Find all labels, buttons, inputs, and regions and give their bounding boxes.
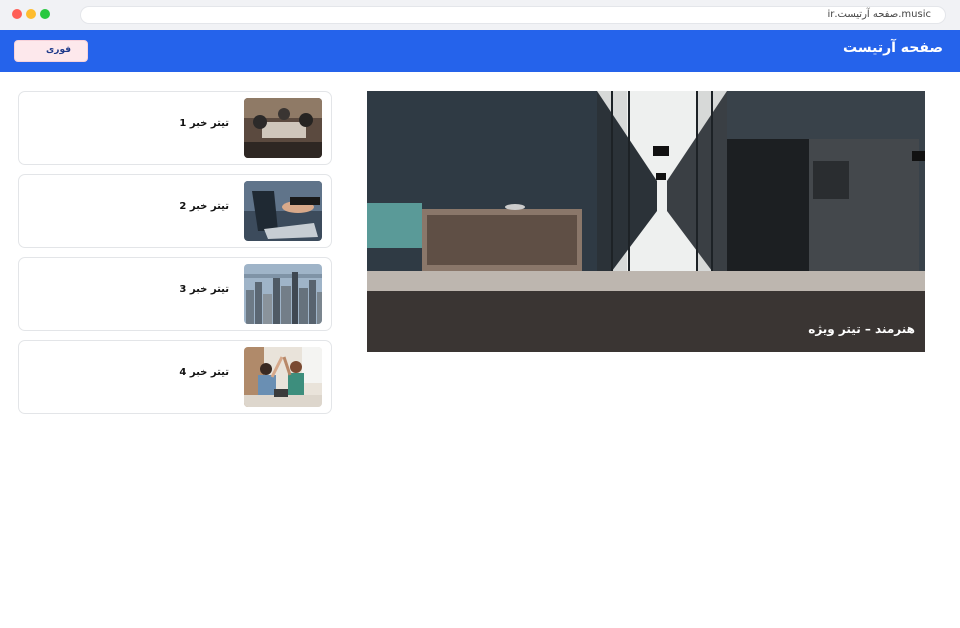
news-title: تیتر خبر 1 [179, 118, 229, 129]
browser-chrome: music.صفحه آرتیست.ir [0, 0, 960, 30]
laptop-typing-image [244, 181, 322, 241]
maximize-window-icon[interactable] [40, 9, 50, 19]
office-hallway-image [367, 91, 925, 352]
featured-story[interactable]: هنرمند – تیتر ویژه [367, 91, 925, 352]
address-bar[interactable]: music.صفحه آرتیست.ir [80, 6, 946, 24]
featured-caption: هنرمند – تیتر ویژه [808, 322, 915, 336]
news-card-2[interactable]: تیتر خبر 2 [18, 174, 332, 248]
news-title: تیتر خبر 3 [179, 284, 229, 295]
close-window-icon[interactable] [12, 9, 22, 19]
site-title: صفحه آرتیست [843, 40, 943, 56]
team-meeting-image [244, 98, 322, 158]
news-card-1[interactable]: تیتر خبر 1 [18, 91, 332, 165]
news-card-4[interactable]: تیتر خبر 4 [18, 340, 332, 414]
news-card-3[interactable]: تیتر خبر 3 [18, 257, 332, 331]
city-skyline-image [244, 264, 322, 324]
high-five-image [244, 347, 322, 407]
news-title: تیتر خبر 2 [179, 201, 229, 212]
minimize-window-icon[interactable] [26, 9, 36, 19]
site-header: صفحه آرتیست فوری [0, 30, 960, 72]
urgent-button[interactable]: فوری [14, 40, 88, 62]
news-title: تیتر خبر 4 [179, 367, 229, 378]
